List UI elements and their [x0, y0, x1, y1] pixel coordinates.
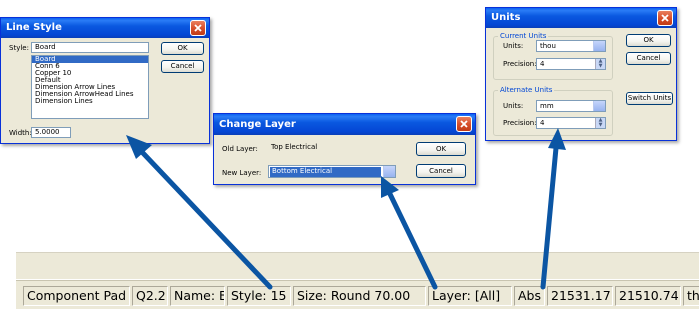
- alternate-units-group-label: Alternate Units: [498, 86, 555, 94]
- current-units-value: thou: [540, 42, 556, 50]
- current-precision-value: 4: [540, 60, 545, 68]
- status-pane-type: Component Pad: [23, 286, 130, 306]
- units-cancel-button[interactable]: Cancel: [626, 52, 671, 65]
- change-layer-ok-button[interactable]: OK: [416, 142, 466, 156]
- status-pane-x: 21531.17: [547, 286, 613, 306]
- new-layer-label: New Layer:: [222, 169, 262, 177]
- status-pane-units: thou: [683, 286, 699, 306]
- alternate-units-label: Units:: [503, 102, 524, 110]
- alternate-units-select[interactable]: mm: [536, 100, 606, 112]
- units-close-button[interactable]: [657, 10, 673, 26]
- line-style-close-button[interactable]: [190, 20, 206, 36]
- style-label: Style:: [9, 44, 29, 52]
- line-style-dialog: Line Style Style: Board Board Conn 6 Cop…: [0, 17, 210, 144]
- style-list-item[interactable]: Dimension Lines: [32, 98, 148, 105]
- current-units-group-label: Current Units: [498, 32, 549, 40]
- line-style-ok-button[interactable]: OK: [161, 42, 204, 55]
- units-dialog: Units Current Units Units: thou Precisio…: [485, 7, 677, 141]
- status-pane-layer: Layer: [All]: [428, 286, 512, 306]
- line-style-title: Line Style: [6, 22, 62, 33]
- status-bar: Component Pad Q2.2 Name: B Style: 15 Siz…: [16, 280, 699, 309]
- width-input[interactable]: 5.0000: [31, 127, 71, 138]
- line-style-cancel-button[interactable]: Cancel: [161, 60, 204, 73]
- units-title: Units: [491, 12, 521, 23]
- change-layer-titlebar[interactable]: Change Layer: [214, 114, 475, 135]
- alternate-precision-stepper[interactable]: 4 ▲ ▼: [536, 117, 606, 129]
- change-layer-dialog: Change Layer Old Layer: Top Electrical N…: [213, 113, 476, 185]
- current-units-label: Units:: [503, 42, 524, 50]
- spin-icon[interactable]: ▲ ▼: [595, 59, 605, 69]
- new-layer-select[interactable]: Bottom Electrical: [268, 165, 396, 178]
- status-pane-size: Size: Round 70.00: [293, 286, 426, 306]
- status-pane-style: Style: 15: [227, 286, 291, 306]
- new-layer-value: Bottom Electrical: [270, 167, 381, 177]
- old-layer-value: Top Electrical: [268, 142, 388, 154]
- old-layer-label: Old Layer:: [222, 145, 258, 153]
- current-precision-label: Precision:: [503, 60, 537, 68]
- style-list[interactable]: Board Conn 6 Copper 10 Default Dimension…: [31, 55, 149, 119]
- switch-units-button[interactable]: Switch Units: [626, 92, 673, 105]
- window-footer-area: [16, 252, 699, 279]
- current-units-select[interactable]: thou: [536, 40, 606, 52]
- chevron-down-icon[interactable]: [593, 41, 605, 51]
- line-style-titlebar[interactable]: Line Style: [1, 18, 209, 38]
- units-titlebar[interactable]: Units: [486, 8, 676, 28]
- alternate-precision-label: Precision:: [503, 119, 537, 127]
- style-input[interactable]: Board: [31, 42, 149, 53]
- status-pane-y: 21510.74: [615, 286, 681, 306]
- status-pane-coord-mode: Abs: [514, 286, 545, 306]
- close-icon: [460, 120, 468, 128]
- close-icon: [661, 14, 669, 22]
- change-layer-close-button[interactable]: [456, 116, 472, 132]
- alternate-units-value: mm: [540, 102, 554, 110]
- current-precision-stepper[interactable]: 4 ▲ ▼: [536, 58, 606, 70]
- change-layer-cancel-button[interactable]: Cancel: [416, 164, 466, 178]
- alternate-precision-value: 4: [540, 119, 545, 127]
- chevron-down-icon[interactable]: [593, 101, 605, 111]
- chevron-down-icon[interactable]: [383, 166, 395, 177]
- change-layer-title: Change Layer: [219, 119, 296, 130]
- alternate-units-group: [493, 90, 613, 136]
- close-icon: [194, 24, 202, 32]
- screenshot-stage: Line Style Style: Board Board Conn 6 Cop…: [0, 0, 699, 309]
- spin-icon[interactable]: ▲ ▼: [595, 118, 605, 128]
- status-pane-name: Name: B: [170, 286, 225, 306]
- units-ok-button[interactable]: OK: [626, 34, 671, 47]
- status-pane-ref: Q2.2: [132, 286, 168, 306]
- width-label: Width:: [9, 129, 32, 137]
